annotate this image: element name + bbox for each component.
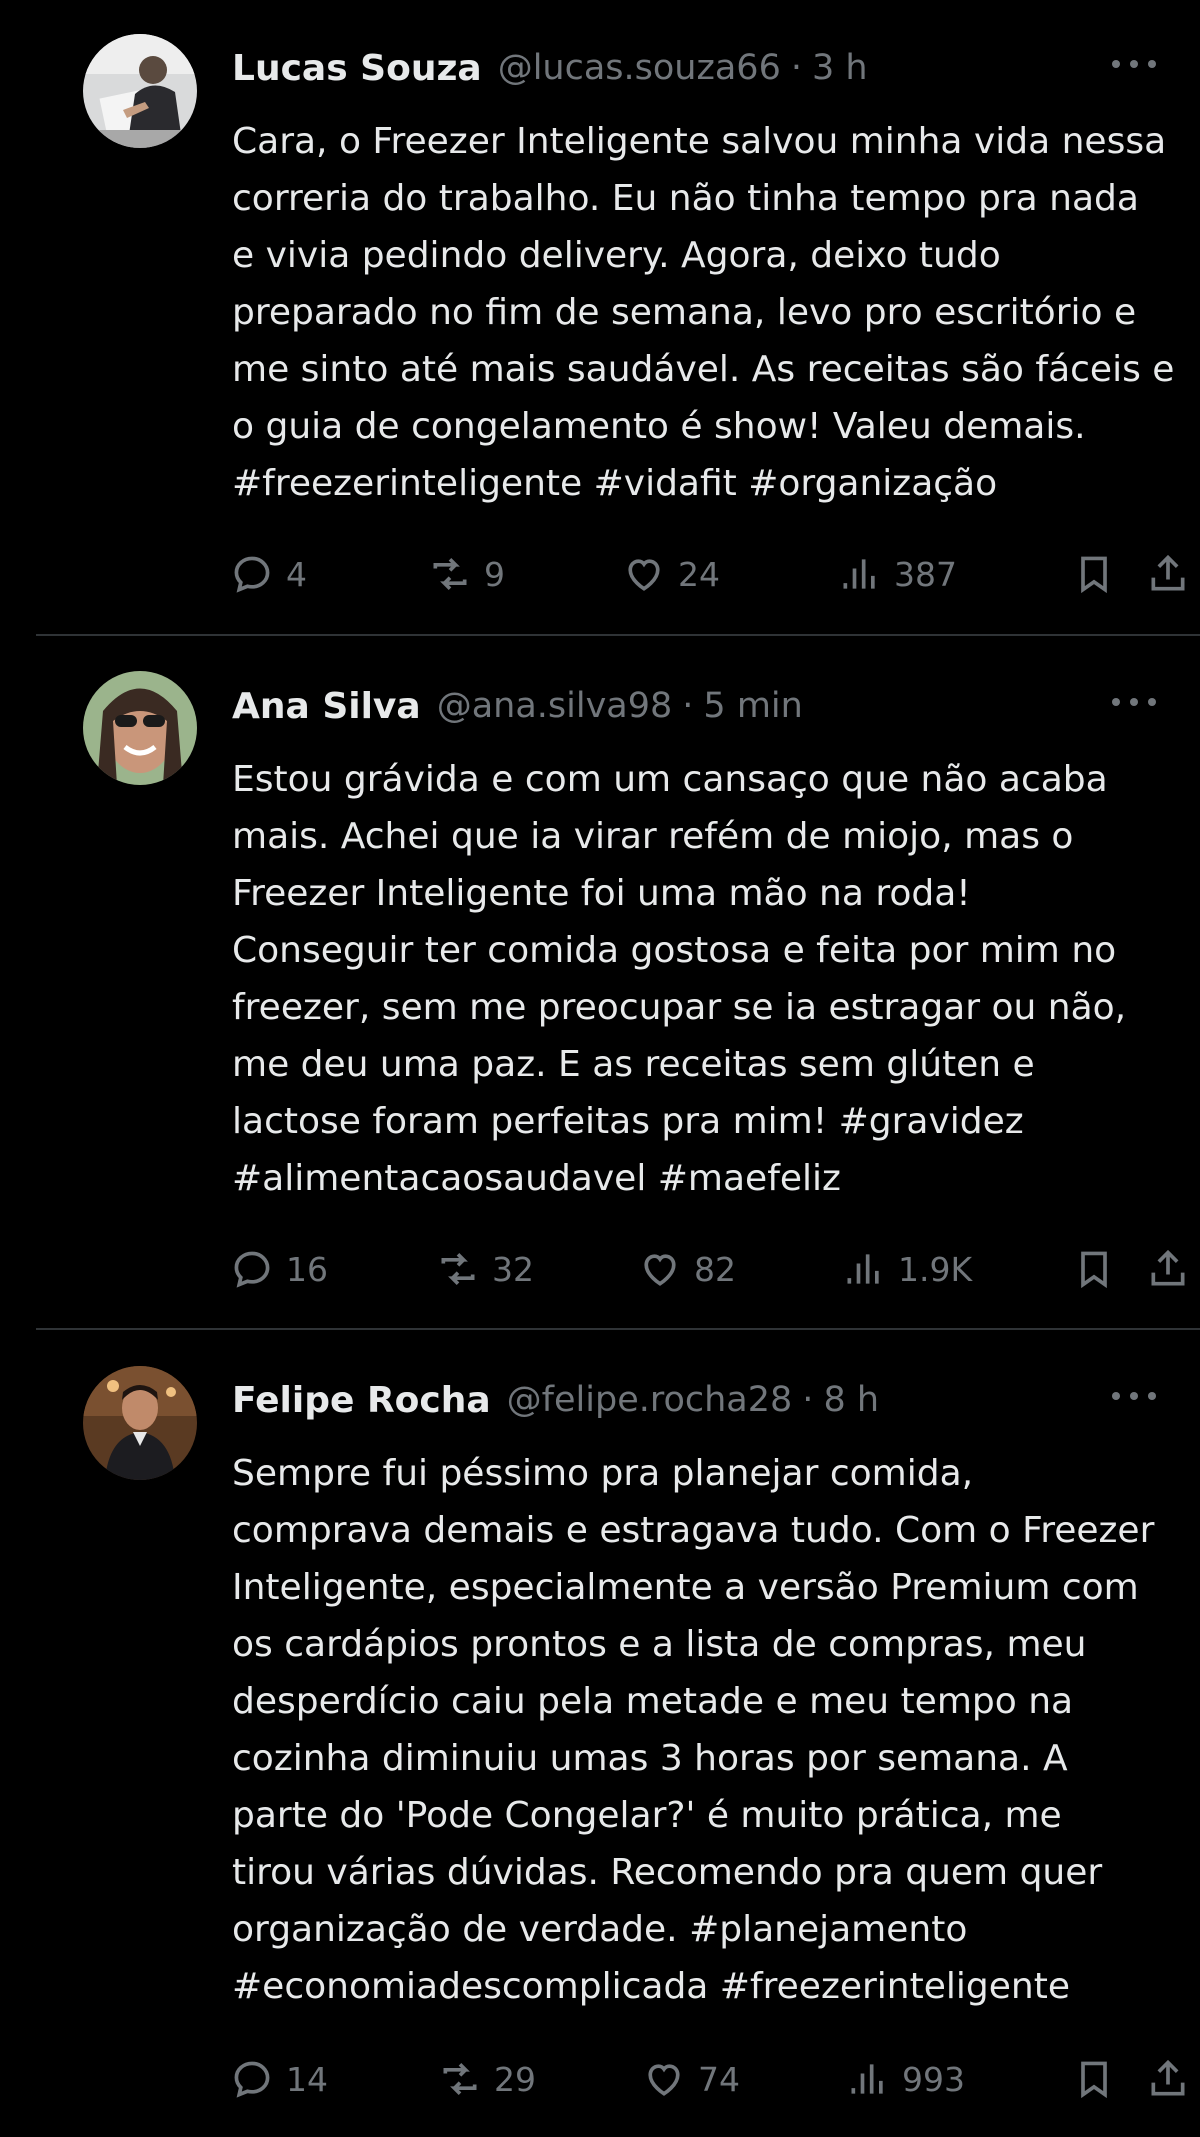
more-icon[interactable]: [1112, 54, 1156, 74]
bookmark-button[interactable]: [1072, 1239, 1128, 1299]
author-name[interactable]: Lucas Souza: [232, 48, 482, 89]
views-button[interactable]: 387: [838, 544, 957, 604]
reply-count: 16: [286, 1249, 328, 1289]
share-button[interactable]: [1146, 544, 1200, 604]
tweet-header: Lucas Souza @lucas.souza66 · 3 h: [232, 40, 1170, 96]
bookmark-button[interactable]: [1072, 544, 1128, 604]
share-icon: [1151, 554, 1185, 591]
repost-button[interactable]: 32: [436, 1239, 534, 1299]
separator: ·: [682, 686, 694, 726]
timestamp[interactable]: 8 h: [823, 1380, 879, 1420]
share-button[interactable]: [1146, 2049, 1200, 2109]
like-count: 74: [698, 2059, 740, 2099]
repost-count: 32: [492, 1249, 534, 1289]
tweet-actions: 14 29 74 993: [0, 2049, 1200, 2109]
views-button[interactable]: 993: [846, 2049, 965, 2109]
repost-button[interactable]: 9: [428, 544, 505, 604]
bookmark-icon: [1081, 1251, 1107, 1289]
separator: ·: [802, 1380, 814, 1420]
timestamp[interactable]: 5 min: [703, 686, 802, 726]
tweet-lucas-souza[interactable]: Lucas Souza @lucas.souza66 · 3 h Cara, o…: [0, 0, 1200, 636]
avatar[interactable]: [83, 1366, 197, 1480]
timestamp[interactable]: 3 h: [812, 48, 868, 88]
reply-count: 14: [286, 2059, 328, 2099]
like-icon: [648, 2064, 680, 2096]
more-icon[interactable]: [1112, 692, 1156, 712]
tweet-text: Sempre fui péssimo pra planejar comida, …: [232, 1453, 1155, 2007]
reply-icon: [234, 1251, 270, 1288]
like-button[interactable]: 74: [642, 2049, 740, 2109]
reply-button[interactable]: 4: [230, 544, 307, 604]
separator: ·: [790, 48, 802, 88]
like-icon: [644, 1254, 676, 1286]
reply-button[interactable]: 14: [230, 2049, 328, 2109]
tweet-ana-silva[interactable]: Ana Silva @ana.silva98 · 5 min Estou grá…: [0, 636, 1200, 1330]
repost-icon: [443, 2063, 477, 2095]
reply-icon: [234, 556, 270, 593]
views-count: 993: [902, 2059, 965, 2099]
repost-count: 29: [494, 2059, 536, 2099]
more-icon[interactable]: [1112, 1386, 1156, 1406]
bookmark-button[interactable]: [1072, 2049, 1128, 2109]
tweet-header: Felipe Rocha @felipe.rocha28 · 8 h: [232, 1372, 1170, 1428]
like-icon: [628, 559, 660, 591]
bookmark-icon: [1081, 2061, 1107, 2099]
tweet-actions: 16 32 82 1.9K: [0, 1239, 1200, 1299]
like-count: 24: [678, 554, 720, 594]
author-name[interactable]: Felipe Rocha: [232, 1380, 491, 1421]
repost-icon: [433, 558, 467, 590]
avatar[interactable]: [83, 671, 197, 785]
tweet-header: Ana Silva @ana.silva98 · 5 min: [232, 678, 1170, 734]
like-count: 82: [694, 1249, 736, 1289]
author-name[interactable]: Ana Silva: [232, 686, 421, 727]
reply-icon: [234, 2061, 270, 2098]
author-handle[interactable]: @felipe.rocha28: [507, 1380, 793, 1420]
tweet-felipe-rocha[interactable]: Felipe Rocha @felipe.rocha28 · 8 h Sempr…: [0, 1330, 1200, 2137]
repost-icon: [441, 1253, 475, 1285]
tweet-actions: 4 9 24 387: [0, 544, 1200, 604]
views-icon: [851, 2064, 883, 2094]
repost-button[interactable]: 29: [438, 2049, 536, 2109]
views-button[interactable]: 1.9K: [842, 1239, 972, 1299]
share-icon: [1151, 1249, 1185, 1286]
reply-count: 4: [286, 554, 307, 594]
tweet-text: Cara, o Freezer Inteligente salvou minha…: [232, 121, 1175, 504]
share-button[interactable]: [1146, 1239, 1200, 1299]
reply-button[interactable]: 16: [230, 1239, 328, 1299]
share-icon: [1151, 2059, 1185, 2096]
avatar[interactable]: [83, 34, 197, 148]
views-count: 1.9K: [898, 1249, 973, 1289]
author-handle[interactable]: @lucas.souza66: [498, 48, 781, 88]
like-button[interactable]: 24: [622, 544, 720, 604]
tweet-text: Estou grávida e com um cansaço que não a…: [232, 759, 1127, 1199]
views-icon: [843, 559, 875, 589]
views-icon: [847, 1254, 879, 1284]
author-handle[interactable]: @ana.silva98: [437, 686, 673, 726]
bookmark-icon: [1081, 556, 1107, 594]
views-count: 387: [894, 554, 957, 594]
like-button[interactable]: 82: [638, 1239, 736, 1299]
repost-count: 9: [484, 554, 505, 594]
